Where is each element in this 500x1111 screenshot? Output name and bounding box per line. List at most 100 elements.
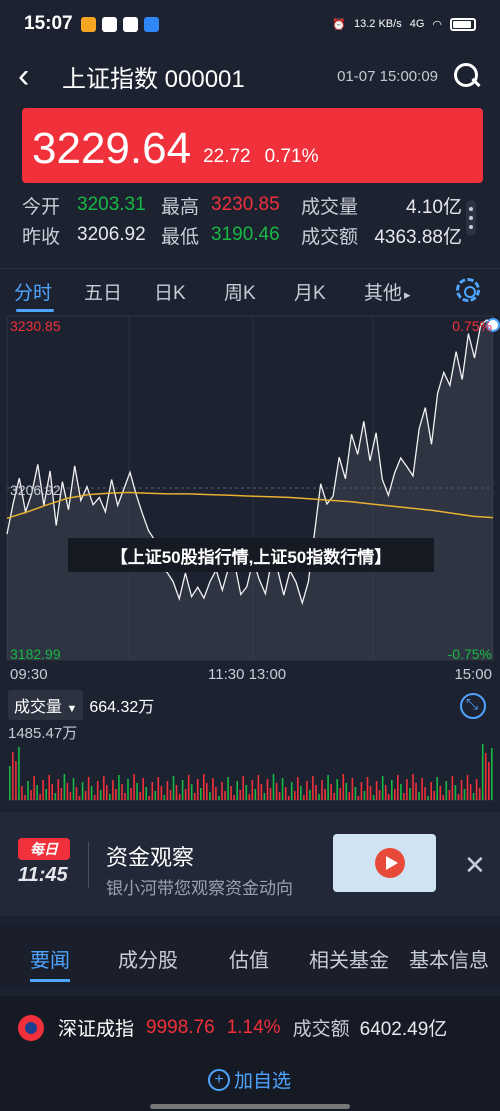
volume-bar [269, 788, 272, 800]
volume-header: 成交量 ▼ 664.32万 [8, 690, 154, 720]
expand-icon[interactable] [460, 693, 486, 719]
volume-bar [66, 783, 69, 800]
tab-basic-info[interactable]: 基本信息 [409, 944, 489, 973]
volume-bar [321, 780, 323, 800]
volume-selector-label: 成交量 [14, 699, 63, 716]
chart-tabs: 分时 五日 日K 周K 月K 其他 ▸ [0, 268, 500, 314]
close-icon[interactable]: ✕ [464, 850, 486, 881]
volume-selector[interactable]: 成交量 ▼ [8, 690, 84, 720]
volume-bar [327, 775, 329, 800]
volume-bar [121, 784, 123, 800]
settings-gear-icon[interactable] [456, 278, 480, 302]
volume-bar [427, 796, 429, 800]
volume-bar [24, 795, 26, 800]
chat-icon [122, 16, 138, 32]
volume-bar [78, 796, 81, 800]
volume-bar [378, 790, 381, 800]
volume-bar [372, 795, 375, 800]
stats-more-button[interactable] [466, 200, 476, 236]
alarm-icon: ⏰ [332, 18, 346, 31]
search-icon[interactable] [452, 61, 482, 91]
volume-bar [27, 781, 29, 800]
volume-bar [436, 777, 438, 800]
volume-bar [160, 786, 163, 800]
volume-bar [81, 782, 84, 800]
volume-bar [60, 788, 63, 800]
volume-bar [39, 794, 41, 800]
volume-bar [278, 792, 281, 800]
ad-banner[interactable]: 每日 11:45 资金观察 银小河带您观察资金动向 ✕ [0, 812, 500, 916]
ad-title: 资金观察 [106, 845, 195, 870]
volume-bar [472, 793, 475, 800]
volume-bar [154, 791, 157, 800]
volume-bar [257, 775, 260, 800]
y-base-label: 3206.92 [10, 482, 61, 498]
add-watchlist-label: 加自选 [234, 1071, 292, 1092]
app-icon [143, 16, 159, 32]
volume-bar [324, 789, 326, 800]
volume-bar [145, 787, 147, 800]
add-watchlist-button[interactable]: + 加自选 [208, 1066, 291, 1093]
ticker-vol-label: 成交额 [292, 1019, 350, 1040]
tab-other[interactable]: 其他 ▸ [364, 278, 444, 305]
volume-bar [363, 791, 366, 800]
tab-news[interactable]: 要闻 [30, 944, 70, 973]
volume-bar [275, 783, 278, 800]
tab-weekly-k[interactable]: 周K [224, 278, 294, 305]
volume-bar [406, 779, 408, 800]
tab-intraday[interactable]: 分时 [14, 278, 84, 305]
volume-bar [157, 777, 160, 800]
volume-bar [115, 789, 117, 800]
ad-thumbnail[interactable] [333, 834, 436, 892]
volume-bar [181, 780, 184, 800]
pct-high-label: 0.75% [452, 318, 492, 334]
status-bar: 15:07 ⏰ 13.2 KB/s 4G ◠ [0, 0, 500, 48]
volume-bar [109, 794, 111, 800]
network-speed: 13.2 KB/s [354, 18, 402, 30]
ticker-name: 深证成指 [58, 1019, 135, 1040]
volume-bar [394, 789, 396, 800]
volume-bar [18, 747, 20, 800]
volume-bar [463, 789, 466, 800]
volume-bar [42, 780, 44, 800]
volume-bar [339, 788, 341, 800]
stat-label: 今开 [22, 196, 61, 218]
volume-bar [330, 784, 332, 800]
volume-bar [112, 780, 114, 800]
back-icon[interactable]: ‹ [18, 59, 58, 93]
price-change-pct: 0.71% [264, 146, 319, 167]
volume-bar [387, 794, 390, 800]
volume-bar [345, 783, 348, 800]
volume-bar [284, 787, 287, 800]
ticker-price: 9998.76 [146, 1016, 215, 1038]
volume-bar [9, 766, 11, 800]
volume-bar [54, 793, 57, 800]
volume-bar [400, 784, 402, 800]
volume-bar [184, 789, 187, 800]
tab-valuation[interactable]: 估值 [229, 944, 269, 973]
tab-related-funds[interactable]: 相关基金 [309, 944, 389, 973]
volume-bar [306, 781, 308, 800]
volume-value: 664.32万 [89, 699, 155, 716]
volume-bar [196, 779, 199, 800]
tab-daily-k[interactable]: 日K [154, 278, 224, 305]
battery-icon [450, 17, 476, 31]
volume-bar [166, 781, 169, 800]
tab-monthly-k[interactable]: 月K [294, 278, 364, 305]
volume-bar [236, 781, 238, 800]
volume-bar [84, 791, 87, 800]
plus-icon: + [208, 1068, 230, 1091]
volume-bar [218, 796, 220, 800]
volume-bar [369, 786, 372, 800]
volume-bar [366, 777, 369, 800]
stat-label: 成交额 [301, 226, 359, 248]
volume-bar [491, 748, 493, 800]
index-ticker[interactable]: 深证成指 9998.76 1.14% 成交额 6402.49亿 [18, 1014, 447, 1041]
tab-five-day[interactable]: 五日 [84, 278, 154, 305]
volume-bar [342, 774, 345, 800]
tab-constituents[interactable]: 成分股 [118, 944, 178, 973]
volume-bar [142, 778, 144, 800]
bottom-bar: 深证成指 9998.76 1.14% 成交额 6402.49亿 + 加自选 [0, 996, 500, 1111]
volume-bar [206, 783, 208, 800]
volume-bar [415, 783, 417, 800]
